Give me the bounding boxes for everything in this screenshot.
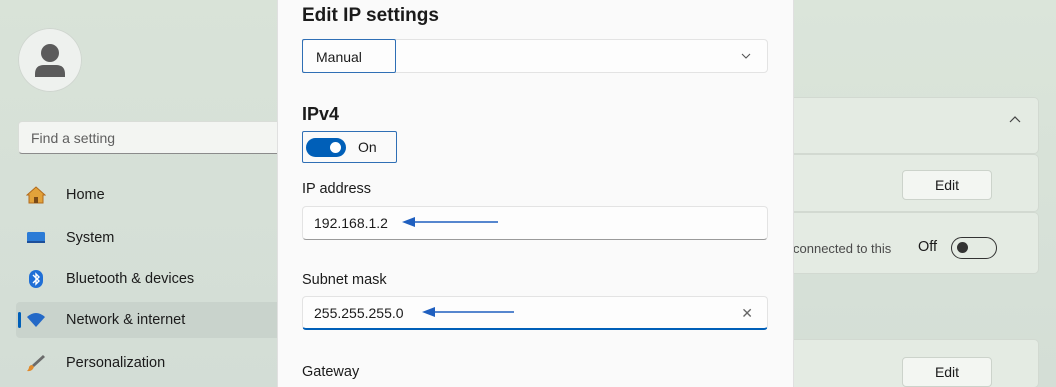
metered-connection-text: connected to this bbox=[793, 241, 892, 256]
sidebar-item-label: Network & internet bbox=[66, 312, 186, 328]
ip-address-value: 192.168.1.2 bbox=[314, 215, 388, 231]
edit-ip-settings-dialog: Edit IP settings Manual IPv4 On IP addre… bbox=[278, 0, 793, 387]
network-properties-header[interactable] bbox=[793, 98, 1038, 153]
ipv4-section-title: IPv4 bbox=[302, 104, 340, 124]
chevron-up-icon[interactable] bbox=[1008, 115, 1022, 125]
toggle-knob bbox=[330, 142, 341, 153]
ip-address-field[interactable]: 192.168.1.2 bbox=[302, 206, 768, 240]
edit-button[interactable]: Edit bbox=[902, 357, 992, 387]
home-icon bbox=[26, 186, 46, 204]
wifi-icon bbox=[27, 313, 45, 327]
system-monitor-icon bbox=[27, 232, 45, 243]
ip-address-label: IP address bbox=[302, 181, 372, 197]
toggle-state-label: Off bbox=[918, 239, 938, 255]
clear-icon[interactable]: ✕ bbox=[741, 305, 753, 322]
subnet-mask-field[interactable]: 255.255.255.0 ✕ bbox=[302, 296, 768, 330]
sidebar-item-bluetooth[interactable]: Bluetooth & devices bbox=[16, 261, 278, 297]
sidebar-item-label: System bbox=[66, 230, 115, 246]
gateway-label: Gateway bbox=[302, 364, 360, 380]
edit-button[interactable]: Edit bbox=[902, 170, 992, 200]
bluetooth-icon bbox=[29, 270, 43, 288]
ipv4-toggle-focus[interactable]: On bbox=[302, 131, 397, 163]
sidebar-item-network[interactable]: Network & internet bbox=[16, 302, 278, 338]
toggle-knob bbox=[957, 242, 968, 253]
subnet-mask-value: 255.255.255.0 bbox=[314, 305, 404, 321]
toggle-state-label: On bbox=[358, 139, 377, 155]
chevron-down-icon bbox=[741, 53, 751, 59]
dialog-title: Edit IP settings bbox=[302, 5, 439, 26]
user-avatar[interactable] bbox=[18, 28, 82, 92]
sidebar-item-label: Home bbox=[66, 187, 105, 203]
search-input[interactable]: Find a setting bbox=[18, 121, 278, 154]
sidebar-item-label: Bluetooth & devices bbox=[66, 271, 195, 287]
user-silhouette-icon bbox=[35, 44, 65, 77]
annotation-arrow-subnet bbox=[422, 307, 514, 317]
active-indicator bbox=[18, 312, 21, 328]
ip-assignment-dropdown[interactable]: Manual bbox=[302, 39, 768, 73]
sidebar-item-personalization[interactable]: Personalization bbox=[16, 345, 278, 381]
brush-icon bbox=[27, 355, 45, 372]
sidebar-item-system[interactable]: System bbox=[16, 220, 278, 256]
dropdown-value: Manual bbox=[316, 49, 362, 65]
ipv4-toggle[interactable] bbox=[306, 138, 346, 157]
subnet-mask-label: Subnet mask bbox=[302, 272, 387, 288]
sidebar-item-label: Personalization bbox=[66, 355, 166, 371]
annotation-arrow-ip bbox=[402, 217, 498, 227]
metered-connection-toggle[interactable] bbox=[951, 237, 997, 259]
sidebar-item-home[interactable]: Home bbox=[16, 177, 278, 213]
